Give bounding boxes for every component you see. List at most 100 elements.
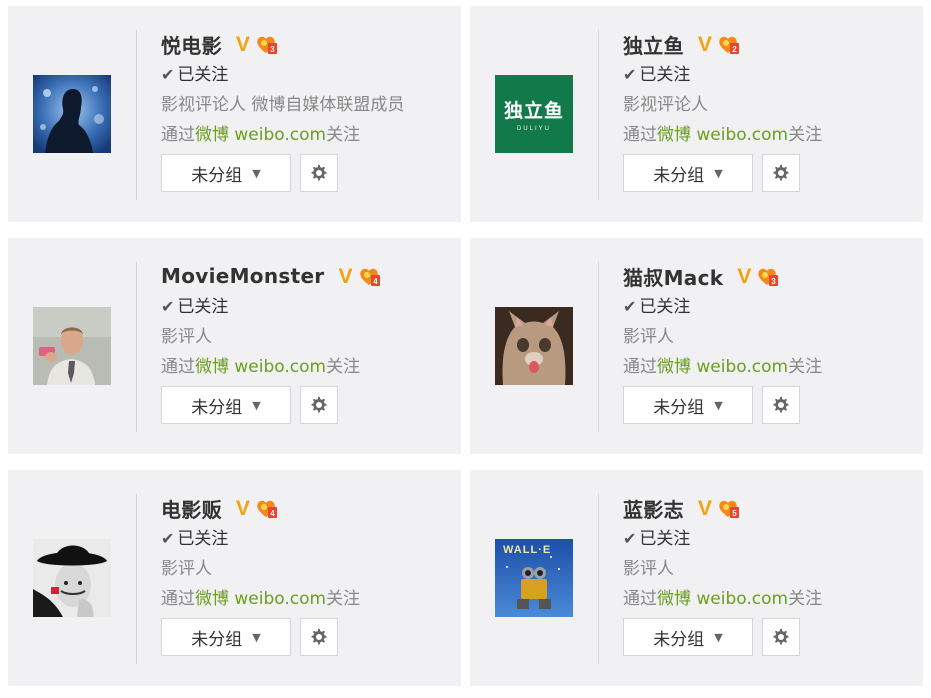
group-dropdown-button[interactable]: 未分组 ▼ bbox=[623, 154, 753, 192]
svg-text:5: 5 bbox=[732, 509, 737, 518]
user-card: MovieMonster V 4 ✔ 已关注 影评人 通过微博 weibo.com… bbox=[8, 238, 461, 454]
user-card: 独立鱼 DULIYU 独立鱼 V 2 ✔ 已关注 影视评论人 通过微博 weib… bbox=[470, 6, 923, 222]
group-dropdown-button[interactable]: 未分组 ▼ bbox=[161, 618, 291, 656]
source-link[interactable]: 微博 weibo.com bbox=[657, 589, 788, 609]
user-description: 影评人 bbox=[161, 559, 212, 579]
avatar-title-text: WALL·E bbox=[503, 544, 552, 556]
follow-source: 通过微博 weibo.com关注 bbox=[623, 125, 823, 145]
check-icon: ✔ bbox=[623, 529, 637, 548]
follow-source: 通过微博 weibo.com关注 bbox=[161, 125, 361, 145]
svg-text:3: 3 bbox=[772, 277, 777, 286]
check-icon: ✔ bbox=[623, 65, 637, 84]
verified-v-icon[interactable]: V bbox=[338, 266, 352, 287]
gear-icon bbox=[311, 628, 327, 645]
gear-icon bbox=[311, 396, 327, 413]
user-name[interactable]: 悦电影 bbox=[161, 30, 222, 59]
user-name[interactable]: 猫叔Mack bbox=[623, 262, 723, 291]
source-link[interactable]: 微博 weibo.com bbox=[657, 125, 788, 145]
gear-icon bbox=[773, 628, 789, 645]
settings-button[interactable] bbox=[762, 386, 800, 424]
verified-v-icon[interactable]: V bbox=[737, 266, 751, 287]
user-name[interactable]: 电影贩 bbox=[161, 494, 222, 523]
gear-icon bbox=[311, 164, 327, 181]
user-name[interactable]: MovieMonster bbox=[161, 264, 324, 288]
avatar[interactable] bbox=[33, 539, 111, 617]
avatar[interactable]: WALL·E bbox=[495, 539, 573, 617]
source-link[interactable]: 微博 weibo.com bbox=[195, 357, 326, 377]
follow-source: 通过微博 weibo.com关注 bbox=[161, 589, 361, 609]
group-dropdown-button[interactable]: 未分组 ▼ bbox=[161, 386, 291, 424]
divider bbox=[598, 494, 599, 664]
avatar-logo-text: 独立鱼 bbox=[503, 100, 564, 122]
user-card: 猫叔Mack V 3 ✔ 已关注 影评人 通过微博 weibo.com关注 未分… bbox=[470, 238, 923, 454]
source-link[interactable]: 微博 weibo.com bbox=[195, 125, 326, 145]
svg-text:4: 4 bbox=[270, 509, 275, 518]
caret-down-icon: ▼ bbox=[714, 630, 723, 644]
group-dropdown-button[interactable]: 未分组 ▼ bbox=[623, 618, 753, 656]
verified-v-icon[interactable]: V bbox=[236, 34, 250, 55]
user-description: 影视评论人 bbox=[623, 95, 708, 115]
settings-button[interactable] bbox=[300, 154, 338, 192]
caret-down-icon: ▼ bbox=[252, 398, 261, 412]
divider bbox=[136, 262, 137, 432]
gear-icon bbox=[773, 164, 789, 181]
caret-down-icon: ▼ bbox=[252, 630, 261, 644]
svg-text:2: 2 bbox=[732, 45, 737, 54]
level-badge-icon[interactable]: 3 bbox=[254, 32, 278, 56]
user-description: 影评人 bbox=[623, 327, 674, 347]
verified-v-icon[interactable]: V bbox=[698, 498, 712, 519]
check-icon: ✔ bbox=[161, 297, 175, 316]
svg-text:4: 4 bbox=[373, 277, 378, 286]
level-badge-icon[interactable]: 4 bbox=[254, 496, 278, 520]
user-name[interactable]: 蓝影志 bbox=[623, 494, 684, 523]
group-dropdown-button[interactable]: 未分组 ▼ bbox=[161, 154, 291, 192]
caret-down-icon: ▼ bbox=[714, 166, 723, 180]
divider bbox=[598, 30, 599, 200]
divider bbox=[136, 30, 137, 200]
follow-status: ✔ 已关注 bbox=[623, 529, 691, 549]
source-link[interactable]: 微博 weibo.com bbox=[195, 589, 326, 609]
check-icon: ✔ bbox=[161, 529, 175, 548]
user-description: 影视评论人 微博自媒体联盟成员 bbox=[161, 95, 405, 115]
settings-button[interactable] bbox=[762, 154, 800, 192]
level-badge-icon[interactable]: 5 bbox=[716, 496, 740, 520]
divider bbox=[598, 262, 599, 432]
avatar[interactable] bbox=[33, 75, 111, 153]
user-description: 影评人 bbox=[161, 327, 212, 347]
level-badge-icon[interactable]: 3 bbox=[755, 264, 779, 288]
verified-v-icon[interactable]: V bbox=[236, 498, 250, 519]
caret-down-icon: ▼ bbox=[252, 166, 261, 180]
divider bbox=[136, 494, 137, 664]
settings-button[interactable] bbox=[762, 618, 800, 656]
avatar[interactable] bbox=[33, 307, 111, 385]
caret-down-icon: ▼ bbox=[714, 398, 723, 412]
follow-list: 悦电影 V 3 ✔ 已关注 影视评论人 微博自媒体联盟成员 通过微博 weibo.… bbox=[0, 0, 931, 698]
user-card: 电影贩 V 4 ✔ 已关注 影评人 通过微博 weibo.com关注 未分组 ▼ bbox=[8, 470, 461, 686]
level-badge-icon[interactable]: 4 bbox=[357, 264, 381, 288]
follow-status: ✔ 已关注 bbox=[161, 65, 229, 85]
settings-button[interactable] bbox=[300, 618, 338, 656]
avatar-logo-subtext: DULIYU bbox=[516, 126, 551, 132]
avatar[interactable] bbox=[495, 307, 573, 385]
user-name[interactable]: 独立鱼 bbox=[623, 30, 684, 59]
follow-status: ✔ 已关注 bbox=[161, 529, 229, 549]
gear-icon bbox=[773, 396, 789, 413]
settings-button[interactable] bbox=[300, 386, 338, 424]
follow-status: ✔ 已关注 bbox=[623, 297, 691, 317]
svg-text:3: 3 bbox=[270, 45, 275, 54]
follow-status: ✔ 已关注 bbox=[161, 297, 229, 317]
source-link[interactable]: 微博 weibo.com bbox=[657, 357, 788, 377]
level-badge-icon[interactable]: 2 bbox=[716, 32, 740, 56]
follow-source: 通过微博 weibo.com关注 bbox=[161, 357, 361, 377]
avatar[interactable]: 独立鱼 DULIYU bbox=[495, 75, 573, 153]
follow-source: 通过微博 weibo.com关注 bbox=[623, 589, 823, 609]
verified-v-icon[interactable]: V bbox=[698, 34, 712, 55]
user-card: 悦电影 V 3 ✔ 已关注 影视评论人 微博自媒体联盟成员 通过微博 weibo.… bbox=[8, 6, 461, 222]
user-description: 影评人 bbox=[623, 559, 674, 579]
check-icon: ✔ bbox=[623, 297, 637, 316]
follow-source: 通过微博 weibo.com关注 bbox=[623, 357, 823, 377]
follow-status: ✔ 已关注 bbox=[623, 65, 691, 85]
user-card: WALL·E 蓝影志 V 5 ✔ 已关注 影评人 通过微博 weibo.com关… bbox=[470, 470, 923, 686]
check-icon: ✔ bbox=[161, 65, 175, 84]
group-dropdown-button[interactable]: 未分组 ▼ bbox=[623, 386, 753, 424]
